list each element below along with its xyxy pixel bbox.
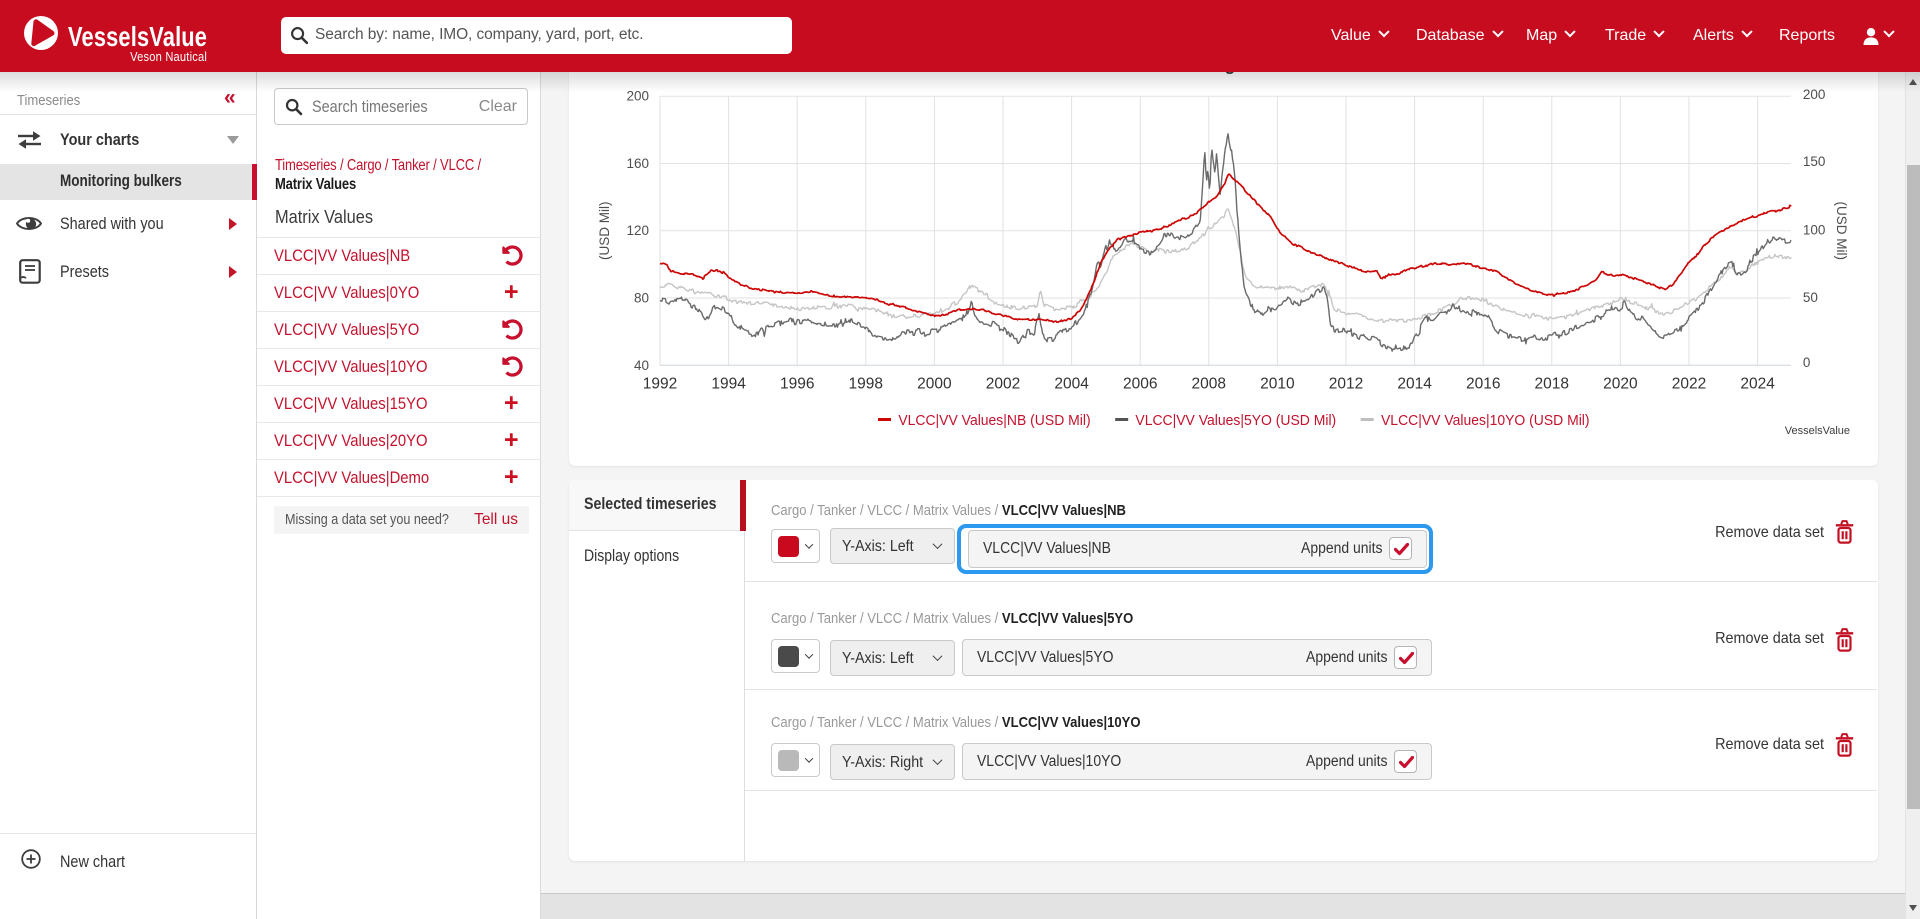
svg-text:(USD Mil): (USD Mil) [597, 202, 612, 260]
svg-text:2024: 2024 [1740, 375, 1775, 392]
svg-text:2014: 2014 [1397, 375, 1432, 392]
svg-text:1998: 1998 [849, 375, 883, 392]
svg-text:2002: 2002 [986, 375, 1020, 392]
svg-text:1994: 1994 [711, 375, 746, 392]
svg-text:200: 200 [626, 89, 649, 104]
svg-text:40: 40 [634, 358, 649, 373]
svg-text:2022: 2022 [1672, 375, 1706, 392]
svg-text:2012: 2012 [1329, 375, 1363, 392]
svg-text:0: 0 [1803, 355, 1811, 370]
svg-text:2006: 2006 [1123, 375, 1157, 392]
svg-text:2000: 2000 [917, 375, 952, 392]
svg-text:1996: 1996 [780, 375, 814, 392]
svg-text:150: 150 [1803, 154, 1826, 169]
svg-text:2008: 2008 [1192, 375, 1226, 392]
svg-text:2018: 2018 [1535, 375, 1569, 392]
svg-text:100: 100 [1803, 223, 1826, 238]
svg-text:120: 120 [626, 223, 649, 238]
svg-text:2020: 2020 [1603, 375, 1638, 392]
svg-text:1992: 1992 [643, 375, 677, 392]
svg-text:50: 50 [1803, 290, 1818, 305]
svg-text:160: 160 [626, 156, 649, 171]
svg-text:200: 200 [1803, 87, 1826, 102]
svg-text:80: 80 [634, 291, 649, 306]
svg-text:2010: 2010 [1260, 375, 1295, 392]
svg-text:2016: 2016 [1466, 375, 1500, 392]
svg-text:(USD Mil): (USD Mil) [1834, 202, 1849, 260]
svg-text:2004: 2004 [1054, 375, 1089, 392]
